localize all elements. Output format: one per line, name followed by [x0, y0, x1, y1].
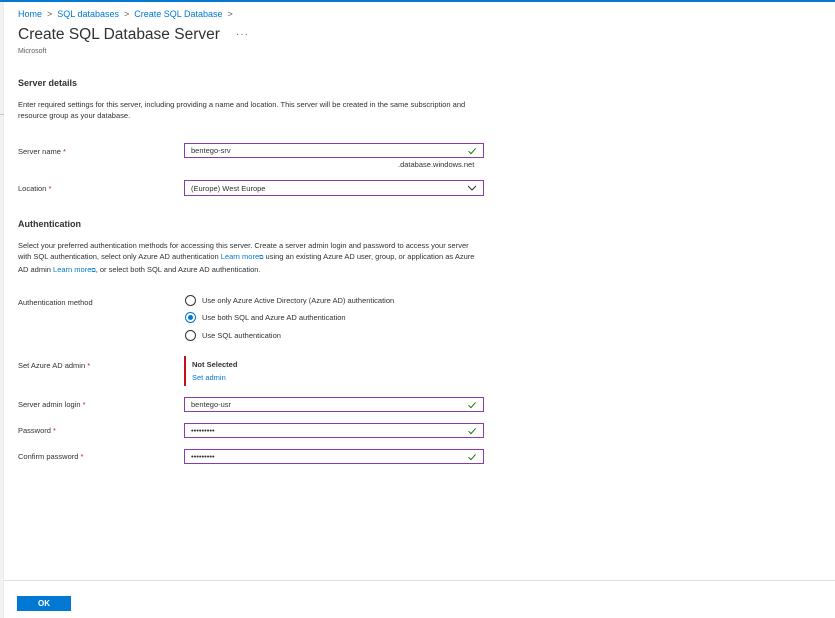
radio-sql-and-azure-ad[interactable]: Use both SQL and Azure AD authentication [185, 312, 346, 323]
checkmark-icon [468, 147, 476, 154]
server-name-input[interactable]: bentego-srv [184, 143, 484, 158]
server-name-suffix: .database.windows.net [398, 160, 475, 169]
radio-button[interactable] [185, 330, 196, 341]
chevron-down-icon [467, 185, 477, 191]
breadcrumb-separator: > [227, 9, 233, 19]
confirm-password-label: Confirm password * [18, 452, 84, 461]
breadcrumb-separator: > [124, 9, 130, 19]
top-accent-line [0, 0, 835, 2]
radio-azure-ad-only[interactable]: Use only Azure Active Directory (Azure A… [185, 295, 394, 306]
learn-more-link-sql-auth[interactable]: Learn more⧉ [221, 252, 264, 261]
confirm-password-input[interactable]: ••••••••• [184, 449, 484, 464]
server-details-description: Enter required settings for this server,… [18, 100, 466, 120]
breadcrumb-sql-databases[interactable]: SQL databases [57, 9, 119, 19]
authentication-heading: Authentication [18, 219, 81, 229]
breadcrumb-separator: > [47, 9, 53, 19]
checkmark-icon [468, 401, 476, 408]
breadcrumb-home[interactable]: Home [18, 9, 42, 19]
left-rail [0, 2, 4, 618]
left-rail-divider [0, 114, 4, 115]
password-label: Password * [18, 426, 56, 435]
radio-sql-only[interactable]: Use SQL authentication [185, 330, 281, 341]
page-title: Create SQL Database Server [18, 26, 220, 43]
breadcrumb-create-sql-database[interactable]: Create SQL Database [134, 9, 222, 19]
radio-button[interactable] [185, 295, 196, 306]
server-name-label: Server name * [18, 147, 66, 156]
learn-more-link-azure-ad[interactable]: Learn more⧉ [53, 265, 96, 274]
external-link-icon: ⧉ [259, 255, 264, 261]
azure-ad-admin-label: Set Azure AD admin * [18, 361, 91, 370]
more-options-button[interactable]: ··· [236, 29, 249, 40]
password-input[interactable]: ••••••••• [184, 423, 484, 438]
azure-ad-admin-box: Not Selected Set admin [184, 356, 384, 386]
breadcrumb: Home > SQL databases > Create SQL Databa… [18, 9, 238, 19]
server-admin-login-input[interactable]: bentego-usr [184, 397, 484, 412]
azure-ad-admin-status: Not Selected [192, 360, 238, 369]
checkmark-icon [468, 453, 476, 460]
authentication-method-label: Authentication method [18, 298, 93, 307]
set-admin-link[interactable]: Set admin [192, 373, 384, 382]
checkmark-icon [468, 427, 476, 434]
publisher-label: Microsoft [18, 48, 47, 55]
location-dropdown[interactable]: (Europe) West Europe [184, 180, 484, 196]
radio-button-selected[interactable] [185, 312, 196, 323]
server-details-heading: Server details [18, 78, 78, 88]
ok-button[interactable]: OK [17, 596, 71, 611]
server-admin-login-label: Server admin login * [18, 400, 86, 409]
location-label: Location * [18, 184, 52, 193]
authentication-description: Select your preferred authentication met… [18, 241, 475, 274]
footer-divider [4, 580, 835, 581]
